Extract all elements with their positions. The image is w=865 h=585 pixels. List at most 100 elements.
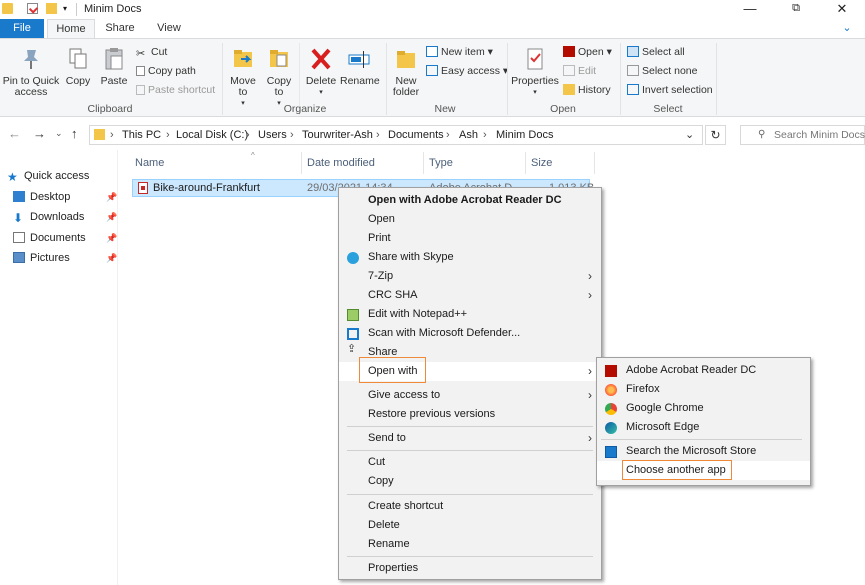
column-divider[interactable] bbox=[423, 152, 424, 174]
menu-print[interactable]: Print bbox=[339, 229, 601, 248]
column-type[interactable]: Type bbox=[429, 157, 453, 169]
store-icon bbox=[605, 446, 617, 458]
menu-rename[interactable]: Rename bbox=[339, 535, 601, 554]
column-divider[interactable] bbox=[301, 152, 302, 174]
submenu-firefox[interactable]: Firefox bbox=[597, 380, 810, 399]
column-size[interactable]: Size bbox=[531, 157, 552, 169]
open-with-submenu: Adobe Acrobat Reader DC Firefox Google C… bbox=[596, 357, 811, 486]
address-bar[interactable]: › This PC › Local Disk (C:) › Users › To… bbox=[89, 125, 703, 145]
invert-selection-button[interactable]: Invert selection bbox=[627, 84, 713, 96]
menu-share-with-skype[interactable]: Share with Skype bbox=[339, 248, 601, 267]
menu-open-with-acrobat[interactable]: Open with Adobe Acrobat Reader DC bbox=[339, 191, 601, 210]
menu-copy[interactable]: Copy bbox=[339, 472, 601, 491]
easy-access-button[interactable]: Easy access ▾ bbox=[426, 65, 508, 77]
breadcrumb-this-pc[interactable]: This PC bbox=[122, 129, 161, 141]
submenu-search-store[interactable]: Search the Microsoft Store bbox=[597, 442, 810, 461]
column-name[interactable]: Name bbox=[135, 157, 164, 169]
breadcrumb-tourwriter-ash[interactable]: Tourwriter-Ash bbox=[302, 129, 373, 141]
cut-button[interactable]: ✂ Cut bbox=[136, 46, 167, 60]
menu-give-access-to[interactable]: Give access to › bbox=[339, 386, 601, 405]
edit-button[interactable]: Edit bbox=[563, 65, 596, 77]
tab-home[interactable]: Home bbox=[47, 19, 95, 38]
copy-to-button[interactable]: Copy to ▾ bbox=[264, 47, 294, 109]
search-box[interactable]: ⚲ Search Minim Docs bbox=[740, 125, 865, 145]
breadcrumb-separator[interactable]: › bbox=[446, 129, 450, 141]
maximize-button[interactable]: ⧉ bbox=[773, 0, 819, 19]
menu-restore-previous-versions[interactable]: Restore previous versions bbox=[339, 405, 601, 424]
breadcrumb-users[interactable]: Users bbox=[258, 129, 287, 141]
select-none-button[interactable]: Select none bbox=[627, 65, 697, 77]
back-icon[interactable]: ← bbox=[8, 126, 21, 141]
column-date-modified[interactable]: Date modified bbox=[307, 157, 375, 169]
menu-7zip[interactable]: 7-Zip › bbox=[339, 267, 601, 286]
menu-scan-defender[interactable]: Scan with Microsoft Defender... bbox=[339, 324, 601, 343]
nav-downloads[interactable]: ⬇ Downloads bbox=[13, 208, 84, 226]
customize-quick-access-icon[interactable]: ▾ bbox=[63, 3, 74, 14]
new-folder-quick-icon[interactable] bbox=[46, 3, 57, 14]
paste-shortcut-button[interactable]: Paste shortcut bbox=[136, 84, 215, 96]
tab-file[interactable]: File bbox=[0, 19, 44, 38]
forward-icon[interactable]: → bbox=[33, 126, 46, 141]
nav-quick-access[interactable]: ★ Quick access bbox=[7, 167, 89, 185]
select-group-label: Select bbox=[653, 103, 683, 115]
pinned-icon[interactable]: 📌 bbox=[106, 192, 117, 203]
copy-button[interactable]: Copy bbox=[63, 47, 93, 87]
address-dropdown-icon[interactable]: ⌄ bbox=[685, 128, 694, 141]
pane-splitter[interactable] bbox=[117, 150, 118, 585]
menu-send-to[interactable]: Send to › bbox=[339, 429, 601, 448]
breadcrumb-minim-docs[interactable]: Minim Docs bbox=[496, 129, 553, 141]
breadcrumb-separator[interactable]: › bbox=[483, 129, 487, 141]
minimize-button[interactable]: — bbox=[727, 0, 773, 19]
menu-cut[interactable]: Cut bbox=[339, 453, 601, 472]
menu-edit-with-notepad[interactable]: Edit with Notepad++ bbox=[339, 305, 601, 324]
new-folder-button[interactable]: New folder bbox=[390, 47, 422, 98]
paste-button[interactable]: Paste bbox=[99, 47, 129, 87]
submenu-microsoft-edge[interactable]: Microsoft Edge bbox=[597, 418, 810, 437]
submenu-adobe-acrobat[interactable]: Adobe Acrobat Reader DC bbox=[597, 361, 810, 380]
breadcrumb-ash[interactable]: Ash bbox=[459, 129, 478, 141]
properties-quick-icon[interactable] bbox=[27, 3, 39, 14]
breadcrumb-documents[interactable]: Documents bbox=[388, 129, 444, 141]
select-all-button[interactable]: Select all bbox=[627, 46, 685, 58]
nav-desktop[interactable]: Desktop bbox=[13, 188, 70, 206]
properties-dropdown-icon: ▾ bbox=[533, 89, 537, 96]
breadcrumb-separator[interactable]: › bbox=[166, 129, 170, 141]
menu-open[interactable]: Open bbox=[339, 210, 601, 229]
close-button[interactable]: ✕ bbox=[819, 0, 865, 19]
up-icon[interactable]: ↑ bbox=[71, 126, 78, 141]
breadcrumb-local-disk[interactable]: Local Disk (C:) bbox=[176, 129, 248, 141]
properties-button[interactable]: Properties ▾ bbox=[511, 47, 559, 98]
menu-properties[interactable]: Properties bbox=[339, 559, 601, 578]
breadcrumb-separator[interactable]: › bbox=[246, 129, 250, 141]
breadcrumb-separator[interactable]: › bbox=[376, 129, 380, 141]
tab-share[interactable]: Share bbox=[101, 19, 139, 38]
submenu-google-chrome[interactable]: Google Chrome bbox=[597, 399, 810, 418]
breadcrumb-separator[interactable]: › bbox=[110, 129, 114, 141]
file-name: Bike-around-Frankfurt bbox=[153, 182, 260, 194]
pinned-icon[interactable]: 📌 bbox=[106, 233, 117, 244]
move-to-button[interactable]: Move to ▾ bbox=[228, 47, 258, 109]
select-none-icon bbox=[627, 65, 639, 76]
refresh-button[interactable]: ↻ bbox=[705, 125, 726, 145]
recent-locations-icon[interactable]: ⌄ bbox=[55, 128, 63, 139]
breadcrumb-separator[interactable]: › bbox=[290, 129, 294, 141]
delete-button[interactable]: Delete ▾ bbox=[304, 47, 338, 98]
column-divider[interactable] bbox=[525, 152, 526, 174]
history-button[interactable]: History bbox=[563, 84, 611, 96]
rename-button[interactable]: Rename bbox=[340, 47, 380, 87]
open-button[interactable]: Open ▾ bbox=[563, 46, 612, 58]
column-divider[interactable] bbox=[594, 152, 595, 174]
ribbon-expand-icon[interactable]: ⌄ bbox=[835, 19, 859, 38]
copy-path-button[interactable]: Copy path bbox=[136, 65, 196, 77]
pdf-file-icon bbox=[138, 182, 148, 194]
new-item-button[interactable]: New item ▾ bbox=[426, 46, 493, 58]
menu-delete[interactable]: Delete bbox=[339, 516, 601, 535]
pinned-icon[interactable]: 📌 bbox=[106, 212, 117, 223]
nav-pictures[interactable]: Pictures bbox=[13, 249, 70, 267]
nav-documents[interactable]: Documents bbox=[13, 229, 86, 247]
pinned-icon[interactable]: 📌 bbox=[106, 253, 117, 264]
tab-view[interactable]: View bbox=[150, 19, 188, 38]
menu-crc-sha[interactable]: CRC SHA › bbox=[339, 286, 601, 305]
menu-create-shortcut[interactable]: Create shortcut bbox=[339, 497, 601, 516]
pin-to-quick-access-button[interactable]: Pin to Quick access bbox=[2, 47, 60, 98]
